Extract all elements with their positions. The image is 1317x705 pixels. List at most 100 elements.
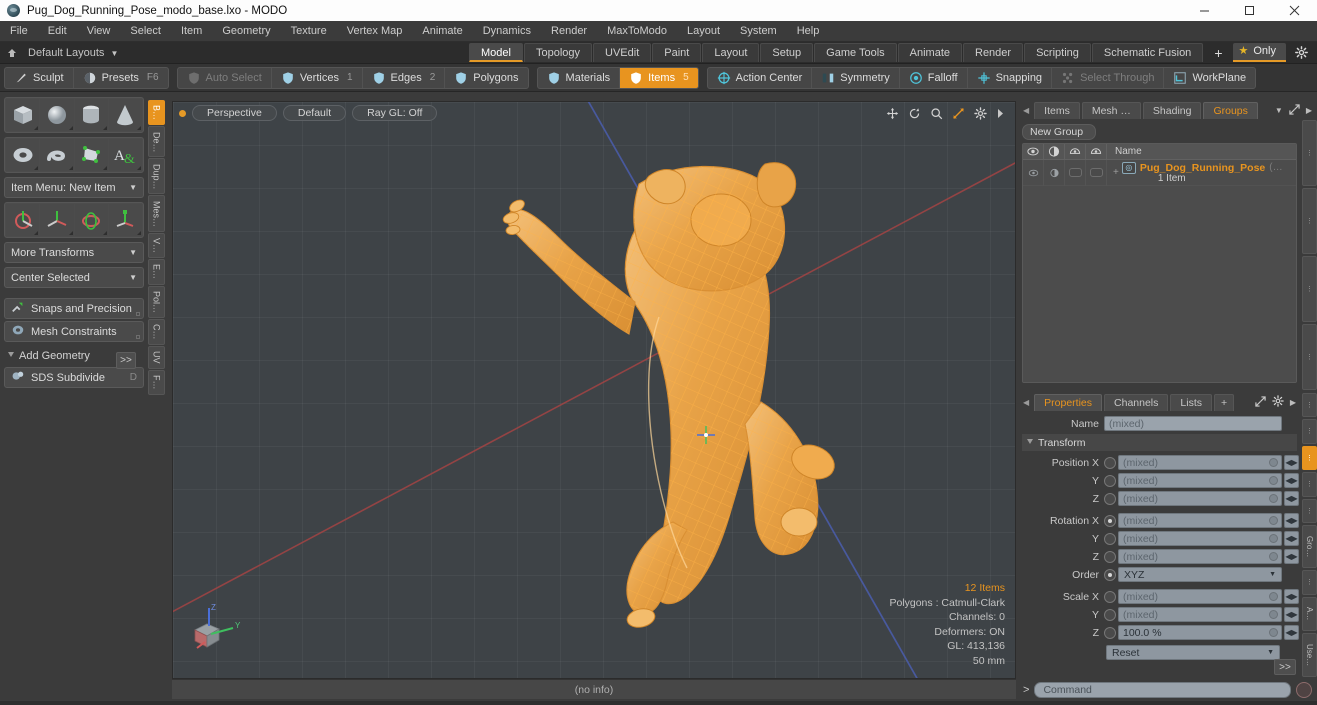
tabs-scroll-left-icon[interactable]: ◀ xyxy=(1020,106,1032,115)
transform-all-icon[interactable] xyxy=(6,204,40,236)
item-menu-dropdown[interactable]: Item Menu: New Item ▼ xyxy=(4,177,144,198)
maximize-button[interactable] xyxy=(1227,0,1272,21)
tab-shading[interactable]: Shading xyxy=(1142,102,1202,119)
vtab-polygon[interactable]: Pol… xyxy=(148,285,165,319)
viewport-shading-mode[interactable]: Default xyxy=(282,105,347,121)
auto-select-button[interactable]: Auto Select xyxy=(178,67,272,88)
scale-y-knob[interactable] xyxy=(1269,610,1278,619)
scale-x-stepper[interactable]: ◀▶ xyxy=(1284,589,1299,604)
layout-tab-paint[interactable]: Paint xyxy=(652,43,702,62)
tab-channels[interactable]: Channels xyxy=(1104,394,1169,411)
menu-render[interactable]: Render xyxy=(541,21,597,42)
position-y-knob[interactable] xyxy=(1269,476,1278,485)
rotation-y-radio[interactable] xyxy=(1104,532,1116,545)
rotation-z-field[interactable]: (mixed) xyxy=(1118,549,1282,564)
scale-z-stepper[interactable]: ◀▶ xyxy=(1284,625,1299,640)
items-button[interactable]: Items 5 xyxy=(620,67,698,88)
menu-file[interactable]: File xyxy=(0,21,38,42)
scale-x-knob[interactable] xyxy=(1269,592,1278,601)
select-through-button[interactable]: Select Through xyxy=(1052,67,1165,88)
symmetry-button[interactable]: Symmetry xyxy=(812,67,900,88)
prop-side-tab-user[interactable]: Use… xyxy=(1302,633,1317,677)
rotation-z-knob[interactable] xyxy=(1269,552,1278,561)
prop-side-tab-3[interactable]: ⋮ xyxy=(1302,445,1317,471)
prop-side-tab-a[interactable]: A… xyxy=(1302,596,1317,632)
layout-tab-scripting[interactable]: Scripting xyxy=(1024,43,1091,62)
prop-side-tab-groups[interactable]: Gro… xyxy=(1302,525,1317,569)
vtab-mesh[interactable]: Mes… xyxy=(148,195,165,232)
record-icon[interactable] xyxy=(1296,682,1312,698)
presets-button[interactable]: Presets F6 xyxy=(74,68,168,88)
menu-dynamics[interactable]: Dynamics xyxy=(473,21,541,42)
cylinder-icon[interactable] xyxy=(74,99,108,131)
text-icon[interactable]: A & xyxy=(108,139,142,171)
tabs-scroll-left-icon[interactable]: ◀ xyxy=(1020,398,1032,407)
menu-vertex-map[interactable]: Vertex Map xyxy=(337,21,413,42)
only-toggle-button[interactable]: ★ Only xyxy=(1232,43,1286,62)
scale-z-field[interactable]: 100.0 % xyxy=(1118,625,1282,640)
position-z-radio[interactable] xyxy=(1104,492,1116,505)
viewport-menu-dot[interactable] xyxy=(179,109,186,117)
shade-icon[interactable] xyxy=(1065,144,1086,160)
menu-texture[interactable]: Texture xyxy=(281,21,337,42)
left-panel-more-button[interactable]: >> xyxy=(116,352,136,369)
scale-icon[interactable] xyxy=(108,204,142,236)
zoom-icon[interactable] xyxy=(930,107,943,120)
rotation-z-stepper[interactable]: ◀▶ xyxy=(1284,549,1299,564)
order-radio[interactable] xyxy=(1104,568,1116,581)
arrow-right-icon[interactable] xyxy=(996,108,1005,119)
tab-items[interactable]: Items xyxy=(1034,102,1080,119)
rotate-icon[interactable] xyxy=(908,107,921,120)
position-y-field[interactable]: (mixed) xyxy=(1118,473,1282,488)
side-tab-1[interactable]: ⋮ xyxy=(1302,120,1317,186)
scale-x-radio[interactable] xyxy=(1104,590,1116,603)
new-group-button[interactable]: New Group xyxy=(1022,124,1096,140)
menu-maxtomodo[interactable]: MaxToModo xyxy=(597,21,677,42)
rotation-y-stepper[interactable]: ◀▶ xyxy=(1284,531,1299,546)
spiral-icon[interactable] xyxy=(40,139,74,171)
table-row[interactable]: + ◎ Pug_Dog_Running_Pose (… 1 Item xyxy=(1023,159,1296,186)
tab-groups[interactable]: Groups xyxy=(1203,102,1258,119)
side-tab-3[interactable]: ⋮ xyxy=(1302,256,1317,322)
command-input[interactable]: Command xyxy=(1034,682,1291,698)
prop-side-tab-1[interactable]: ⋮ xyxy=(1302,393,1317,418)
row-shade-toggle[interactable] xyxy=(1065,159,1086,186)
snaps-and-precision-button[interactable]: Snaps and Precision xyxy=(4,298,144,319)
vtab-basic[interactable]: B… xyxy=(148,100,165,126)
cube-icon[interactable] xyxy=(6,99,40,131)
action-center-button[interactable]: Action Center xyxy=(708,67,813,88)
order-select[interactable]: XYZ ▼ xyxy=(1118,567,1282,582)
vtab-deform[interactable]: De… xyxy=(148,126,165,158)
prop-side-tab-2[interactable]: ⋮ xyxy=(1302,419,1317,444)
arrow-right-icon[interactable]: ▶ xyxy=(1290,398,1296,407)
viewport-view-mode[interactable]: Perspective xyxy=(192,105,277,121)
rotation-z-radio[interactable] xyxy=(1104,550,1116,563)
rotation-x-stepper[interactable]: ◀▶ xyxy=(1284,513,1299,528)
row-visibility-toggle[interactable] xyxy=(1023,159,1044,186)
layout-tab-topology[interactable]: Topology xyxy=(523,43,593,62)
prop-side-tab-5[interactable]: ⋮ xyxy=(1302,498,1317,524)
name-field[interactable]: (mixed) xyxy=(1104,416,1282,431)
expand-icon[interactable] xyxy=(1255,395,1266,410)
position-z-knob[interactable] xyxy=(1269,494,1278,503)
eye-icon[interactable] xyxy=(1023,144,1044,160)
position-y-radio[interactable] xyxy=(1104,474,1116,487)
side-tab-4[interactable]: ⋮ xyxy=(1302,324,1317,390)
expand-toggle-icon[interactable]: + xyxy=(1113,167,1119,178)
layout-tab-render[interactable]: Render xyxy=(963,43,1024,62)
position-y-stepper[interactable]: ◀▶ xyxy=(1284,473,1299,488)
rotation-x-radio[interactable] xyxy=(1104,514,1116,527)
close-button[interactable] xyxy=(1272,0,1317,21)
position-z-stepper[interactable]: ◀▶ xyxy=(1284,491,1299,506)
edges-button[interactable]: Edges 2 xyxy=(363,67,446,88)
more-transforms-dropdown[interactable]: More Transforms ▼ xyxy=(4,242,144,263)
row-render-toggle[interactable] xyxy=(1044,159,1065,186)
materials-button[interactable]: Materials xyxy=(538,67,621,88)
vtab-vertex[interactable]: V… xyxy=(148,232,165,259)
3d-viewport[interactable]: Perspective Default Ray GL: Off Z Y 12 I… xyxy=(172,101,1016,679)
position-z-field[interactable]: (mixed) xyxy=(1118,491,1282,506)
menu-geometry[interactable]: Geometry xyxy=(212,21,280,42)
layout-tab-layout[interactable]: Layout xyxy=(702,43,760,62)
polygons-button[interactable]: Polygons xyxy=(445,68,527,88)
menu-animate[interactable]: Animate xyxy=(412,21,472,42)
